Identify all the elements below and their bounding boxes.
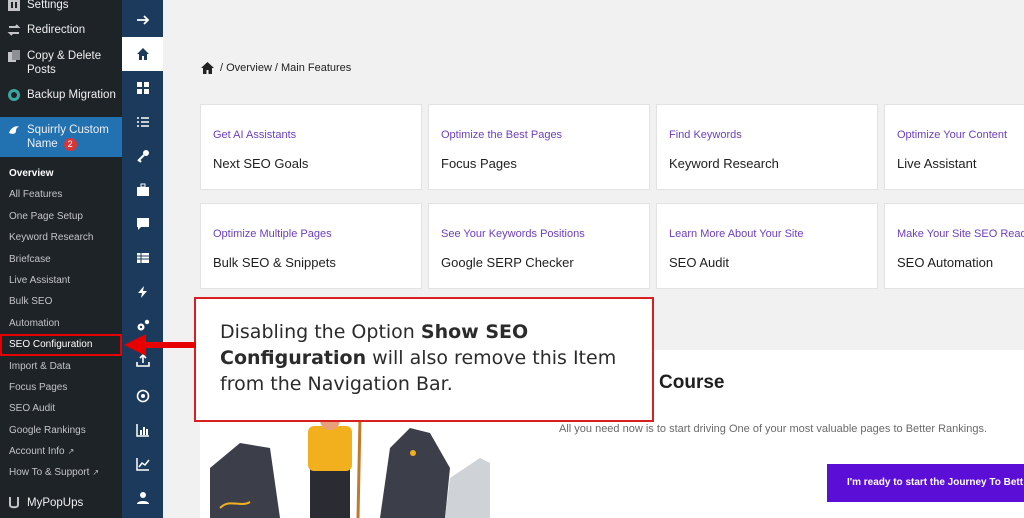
card-subtitle: Learn More About Your Site xyxy=(669,228,804,240)
card-subtitle: See Your Keywords Positions xyxy=(441,228,585,240)
menu-label-copy-delete-1: Copy & Delete xyxy=(27,50,102,62)
feature-card-bulk-seo[interactable]: Optimize Multiple Pages Bulk SEO & Snippe… xyxy=(200,203,422,289)
rail-target-icon[interactable] xyxy=(122,379,163,413)
rail-chat-icon[interactable] xyxy=(122,207,163,241)
card-subtitle: Make Your Site SEO Ready xyxy=(897,228,1024,240)
rail-home-icon[interactable] xyxy=(122,37,163,71)
card-title: Bulk SEO & Snippets xyxy=(213,255,336,270)
card-subtitle: Optimize Multiple Pages xyxy=(213,228,332,240)
rail-line-chart-icon[interactable] xyxy=(122,447,163,481)
card-title: Focus Pages xyxy=(441,156,517,171)
menu-item-squirrly[interactable]: Squirrly Custom Name 2 xyxy=(0,117,122,157)
breadcrumb-separator: / xyxy=(274,62,278,74)
rail-briefcase-icon[interactable] xyxy=(122,173,163,207)
menu-label-settings: Settings xyxy=(27,0,69,11)
menu-item-mypopups[interactable]: MyPopUps xyxy=(0,496,122,510)
notification-badge: 2 xyxy=(63,138,77,151)
feature-card-google-serp-checker[interactable]: See Your Keywords Positions Google SERP C… xyxy=(428,203,650,289)
submenu-overview[interactable]: Overview xyxy=(0,163,122,184)
external-link-icon: ↗ xyxy=(67,447,75,457)
journey-description: All you need now is to start driving One… xyxy=(559,423,988,435)
menu-label-backup-migration: Backup Migration xyxy=(27,89,116,101)
submenu-account-info[interactable]: Account Info ↗ xyxy=(0,441,122,462)
rail-table-icon[interactable] xyxy=(122,241,163,275)
annotation-callout: Disabling the Option Show SEO Configurat… xyxy=(194,297,654,422)
settings-icon xyxy=(8,0,20,11)
rail-arrow-right-icon[interactable] xyxy=(122,3,163,37)
card-subtitle: Optimize Your Content xyxy=(897,129,1008,141)
breadcrumb-main-features: Main Features xyxy=(280,62,352,74)
plugin-icon-rail xyxy=(122,0,163,518)
submenu-focus-pages[interactable]: Focus Pages xyxy=(0,377,122,398)
rail-dashboard-icon[interactable] xyxy=(122,71,163,105)
submenu-live-assistant[interactable]: Live Assistant xyxy=(0,270,122,291)
submenu-all-features[interactable]: All Features xyxy=(0,184,122,205)
card-title: Keyword Research xyxy=(669,156,779,171)
callout-arrow-icon xyxy=(124,334,196,356)
feature-card-live-assistant[interactable]: Optimize Your Content Live Assistant xyxy=(884,104,1024,190)
main-content: / Overview / Main Features Get AI Assist… xyxy=(163,0,1024,518)
submenu-briefcase[interactable]: Briefcase xyxy=(0,249,122,270)
submenu-seo-audit[interactable]: SEO Audit xyxy=(0,398,122,419)
redirection-icon xyxy=(7,24,21,36)
submenu-google-rankings[interactable]: Google Rankings xyxy=(0,420,122,441)
home-icon[interactable] xyxy=(201,62,214,74)
card-subtitle: Find Keywords xyxy=(669,129,742,141)
rail-checklist-icon[interactable] xyxy=(122,105,163,139)
feature-card-seo-audit[interactable]: Learn More About Your Site SEO Audit xyxy=(656,203,878,289)
mypopups-icon xyxy=(9,497,19,509)
breadcrumb: / Overview / Main Features xyxy=(201,62,351,74)
breadcrumb-separator: / xyxy=(220,62,224,74)
menu-item-copy-delete[interactable]: Copy & Delete Posts xyxy=(0,49,122,77)
callout-text-part1: Disabling the Option xyxy=(220,321,421,343)
submenu-automation[interactable]: Automation xyxy=(0,313,122,334)
submenu-account-info-label: Account Info xyxy=(9,446,65,458)
rail-user-icon[interactable] xyxy=(122,481,163,515)
menu-label-redirection: Redirection xyxy=(27,24,86,36)
menu-label-mypopups: MyPopUps xyxy=(27,497,84,509)
submenu-how-to-support[interactable]: How To & Support ↗ xyxy=(0,462,122,483)
card-title: Google SERP Checker xyxy=(441,255,574,270)
submenu-seo-configuration[interactable]: SEO Configuration xyxy=(0,334,122,356)
external-link-icon: ↗ xyxy=(92,468,100,478)
submenu-one-page-setup[interactable]: One Page Setup xyxy=(0,206,122,227)
card-title: Next SEO Goals xyxy=(213,156,309,171)
submenu-keyword-research[interactable]: Keyword Research xyxy=(0,227,122,248)
menu-item-redirection[interactable]: Redirection xyxy=(0,23,122,37)
menu-item-settings[interactable]: Settings xyxy=(0,0,122,12)
submenu-import-data[interactable]: Import & Data xyxy=(0,356,122,377)
wp-admin-sidebar: Settings Redirection Copy & Delete Posts… xyxy=(0,0,122,518)
rail-key-icon[interactable] xyxy=(122,139,163,173)
breadcrumb-overview[interactable]: Overview xyxy=(226,62,272,74)
rail-bolt-icon[interactable] xyxy=(122,275,163,309)
backup-icon xyxy=(8,89,20,101)
menu-label-squirrly-2: Name xyxy=(27,138,58,150)
start-journey-button[interactable]: I'm ready to start the Journey To Bett xyxy=(827,464,1024,502)
hiker-illustration xyxy=(210,410,490,518)
squirrly-icon xyxy=(9,126,19,134)
copy-icon xyxy=(8,50,20,62)
rail-bar-chart-icon[interactable] xyxy=(122,413,163,447)
squirrly-submenu: Overview All Features One Page Setup Key… xyxy=(0,163,122,484)
card-title: Live Assistant xyxy=(897,156,977,171)
feature-card-seo-automation[interactable]: Make Your Site SEO Ready SEO Automation xyxy=(884,203,1024,289)
feature-card-keyword-research[interactable]: Find Keywords Keyword Research xyxy=(656,104,878,190)
menu-label-squirrly-1: Squirrly Custom xyxy=(27,124,109,136)
submenu-bulk-seo[interactable]: Bulk SEO xyxy=(0,291,122,312)
feature-card-next-seo-goals[interactable]: Get AI Assistants Next SEO Goals xyxy=(200,104,422,190)
card-subtitle: Get AI Assistants xyxy=(213,129,297,141)
feature-card-focus-pages[interactable]: Optimize the Best Pages Focus Pages xyxy=(428,104,650,190)
menu-label-copy-delete-2: Posts xyxy=(27,64,56,76)
menu-item-backup-migration[interactable]: Backup Migration xyxy=(0,88,122,102)
card-subtitle: Optimize the Best Pages xyxy=(441,129,563,141)
card-title: SEO Audit xyxy=(669,255,729,270)
submenu-how-to-support-label: How To & Support xyxy=(9,467,90,479)
card-title: SEO Automation xyxy=(897,255,994,270)
